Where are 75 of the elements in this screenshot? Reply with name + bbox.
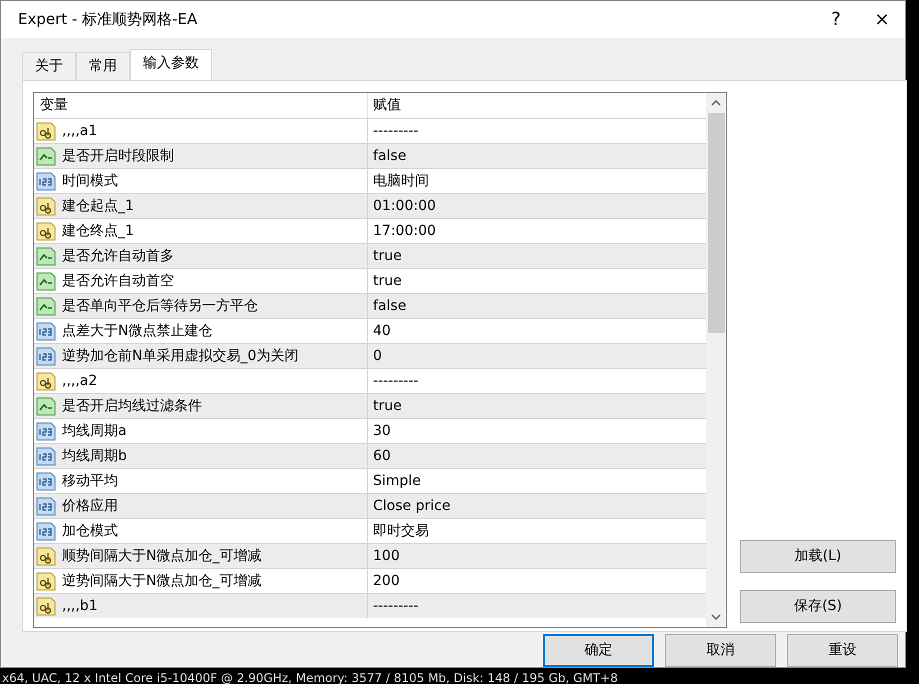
parameter-name: 建仓起点_1 [62, 196, 134, 216]
number-type-icon [36, 422, 56, 440]
parameter-value[interactable]: true [368, 270, 402, 292]
parameter-value[interactable]: 200 [368, 570, 400, 592]
parameter-name: 均线周期a [62, 422, 127, 440]
boolean-type-icon [36, 146, 56, 166]
parameter-name: 是否允许自动首空 [62, 272, 174, 290]
parameter-name: 加仓模式 [62, 522, 118, 540]
parameter-value[interactable]: 40 [368, 320, 391, 342]
parameter-name: 是否开启均线过滤条件 [62, 396, 202, 416]
tab[interactable]: 输入参数 [130, 49, 212, 80]
column-header: 赋值 [372, 96, 401, 115]
number-type-icon [36, 322, 56, 340]
number-type-icon [36, 346, 56, 366]
parameter-value[interactable]: --------- [368, 370, 418, 392]
parameter-name: 是否允许自动首多 [62, 246, 174, 266]
parameter-value[interactable]: 0 [368, 346, 382, 366]
save-button[interactable]: 保存(S) [740, 590, 896, 623]
parameter-name: 移动平均 [62, 472, 118, 490]
parameter-value[interactable]: 即时交易 [368, 520, 429, 542]
parameter-name: 建仓终点_1 [62, 222, 134, 240]
parameter-name: ,,,,a2 [62, 372, 98, 390]
close-button[interactable]: × [859, 1, 905, 38]
parameter-value[interactable]: 17:00:00 [368, 220, 436, 242]
scrollbar-thumb[interactable] [708, 113, 724, 333]
parameter-value[interactable]: 电脑时间 [368, 170, 429, 192]
parameter-name: ,,,,a1 [62, 122, 98, 140]
parameter-value[interactable]: true [368, 396, 402, 416]
text-type-icon [36, 122, 56, 140]
parameter-value[interactable]: true [368, 246, 402, 266]
column-header: 变量 [40, 96, 68, 115]
parameter-value[interactable]: 100 [368, 546, 400, 566]
boolean-type-icon [36, 296, 56, 316]
number-type-icon [36, 472, 56, 490]
parameter-value[interactable]: false [368, 296, 406, 316]
parameter-value[interactable]: Simple [368, 470, 421, 492]
boolean-type-icon [36, 396, 56, 416]
parameter-name: 是否开启时段限制 [62, 146, 174, 166]
text-type-icon [36, 572, 56, 590]
text-type-icon [36, 546, 56, 566]
parameter-name: 逆势间隔大于N微点加仓_可增减 [62, 572, 262, 590]
parameter-name: 是否单向平仓后等待另一方平仓 [62, 296, 258, 316]
number-type-icon [36, 522, 56, 540]
parameter-value[interactable]: 30 [368, 420, 391, 442]
parameter-name: 点差大于N微点禁止建仓 [62, 322, 212, 340]
parameter-name: 时间模式 [62, 172, 118, 190]
window-title: Expert - 标准顺势网格-EA [18, 9, 198, 30]
parameter-value[interactable]: Close price [368, 496, 450, 516]
parameter-name: 价格应用 [62, 496, 118, 516]
parameter-value[interactable]: --------- [368, 120, 418, 142]
tab[interactable]: 常用 [76, 52, 130, 80]
parameter-name: ,,,,b1 [62, 596, 98, 616]
parameter-name: 顺势间隔大于N微点加仓_可增减 [62, 546, 262, 566]
reset-button[interactable]: 重设 [787, 634, 898, 667]
text-type-icon [36, 222, 56, 240]
help-button[interactable]: ? [813, 1, 859, 38]
ok-button[interactable]: 确定 [543, 634, 654, 667]
text-type-icon [36, 196, 56, 216]
text-type-icon [36, 596, 56, 616]
number-type-icon [36, 496, 56, 516]
boolean-type-icon [36, 246, 56, 266]
parameter-name: 逆势加仓前N单采用虚拟交易_0为关闭 [62, 346, 298, 366]
tab[interactable]: 关于 [22, 52, 76, 80]
parameter-value[interactable]: 60 [368, 446, 391, 466]
text-type-icon [36, 372, 56, 390]
cancel-button[interactable]: 取消 [665, 634, 776, 667]
scrollbar[interactable] [706, 93, 726, 627]
parameter-value[interactable]: --------- [368, 596, 418, 616]
number-type-icon [36, 172, 56, 190]
number-type-icon [36, 446, 56, 466]
load-button[interactable]: 加载(L) [740, 540, 896, 573]
parameter-name: 均线周期b [62, 446, 127, 466]
boolean-type-icon [36, 272, 56, 290]
parameter-value[interactable]: 01:00:00 [368, 196, 436, 216]
parameter-value[interactable]: false [368, 146, 406, 166]
